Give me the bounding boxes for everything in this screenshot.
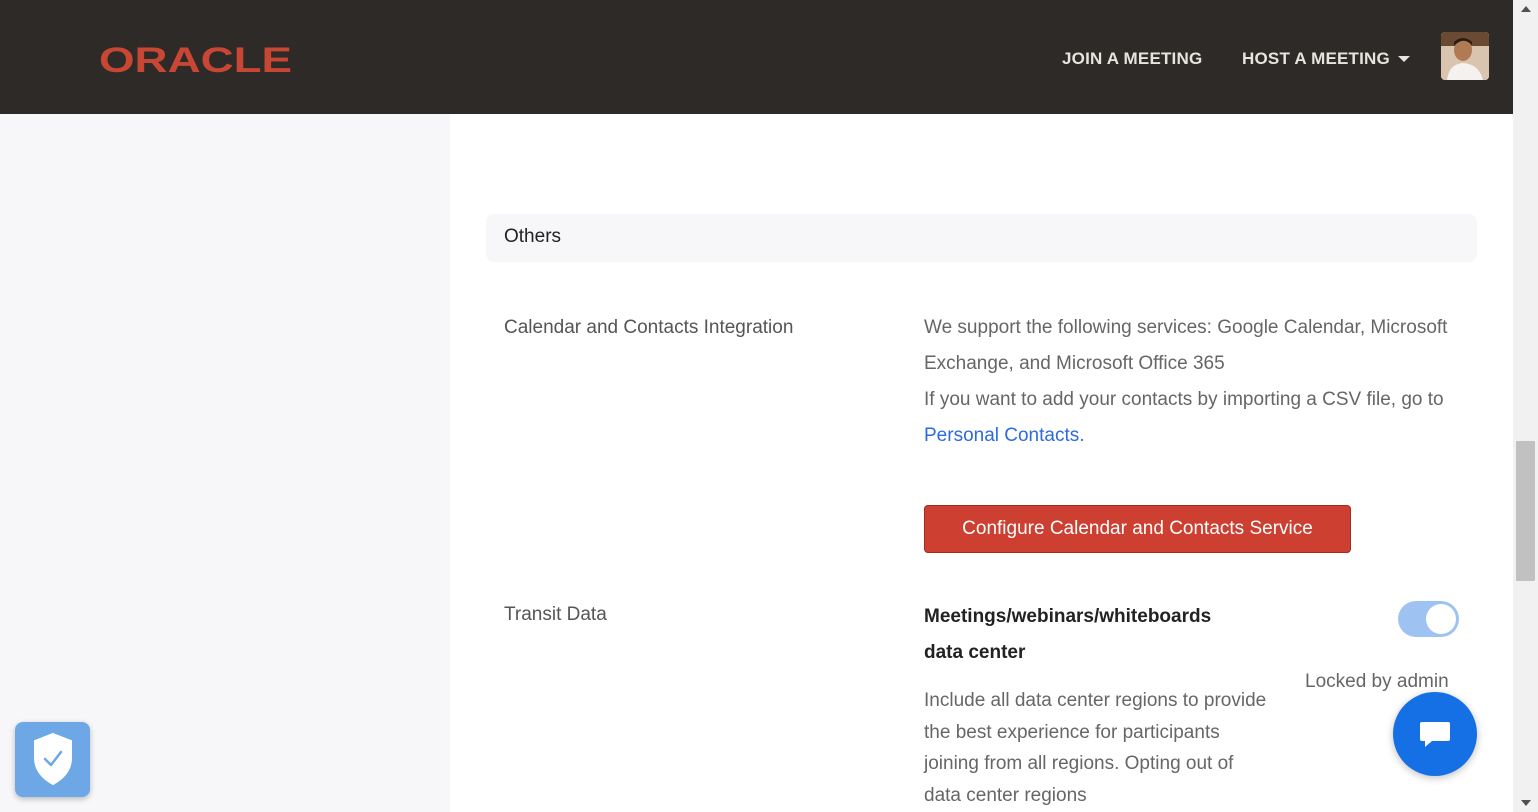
partial-link-text — [937, 114, 947, 118]
transit-setting-title: Meetings/webinars/whiteboards data cente… — [924, 606, 1212, 663]
scrollbar-thumb[interactable] — [1516, 441, 1535, 581]
settings-content: Others Calendar and Contacts Integration… — [450, 114, 1513, 812]
caret-down-icon — [1397, 55, 1410, 62]
calendar-integration-label: Calendar and Contacts Integration — [504, 317, 794, 338]
host-meeting-menu[interactable]: HOST A MEETING — [1242, 49, 1410, 69]
configure-calendar-button[interactable]: Configure Calendar and Contacts Service — [924, 505, 1351, 553]
chat-support-button[interactable] — [1393, 692, 1477, 776]
svg-text:ORACLE: ORACLE — [99, 42, 292, 78]
left-sidebar — [0, 114, 450, 812]
chat-bubble-icon — [1420, 722, 1450, 747]
security-shield-button[interactable] — [15, 722, 90, 797]
scroll-up-arrow-icon[interactable] — [1521, 6, 1531, 12]
transit-data-label: Transit Data — [504, 604, 607, 625]
oracle-logo[interactable]: ORACLE — [99, 42, 293, 78]
calendar-desc-csv: If you want to add your contacts by impo… — [924, 382, 1464, 454]
user-avatar[interactable] — [1441, 32, 1489, 80]
transit-setting-description: Include all data center regions to provi… — [924, 690, 1267, 806]
transit-data-toggle[interactable] — [1398, 601, 1459, 637]
vertical-scrollbar[interactable] — [1513, 0, 1538, 812]
calendar-desc-services: We support the following services: Googl… — [924, 317, 1448, 374]
scroll-down-arrow-icon[interactable] — [1521, 800, 1531, 806]
calendar-desc-csv-suffix: . — [1079, 425, 1085, 446]
join-meeting-link[interactable]: JOIN A MEETING — [1062, 49, 1202, 69]
toggle-knob — [1426, 604, 1456, 634]
locked-by-admin-text: Locked by admin — [1305, 671, 1449, 692]
shield-check-icon — [34, 732, 72, 786]
avatar-image — [1441, 32, 1489, 80]
top-navbar: ORACLE JOIN A MEETING HOST A MEETING — [0, 0, 1513, 114]
host-meeting-label: HOST A MEETING — [1242, 49, 1390, 68]
calendar-description: We support the following services: Googl… — [924, 310, 1464, 454]
personal-contacts-link[interactable]: Personal Contacts — [924, 425, 1079, 446]
section-header: Others — [486, 214, 1477, 262]
calendar-desc-csv-prefix: If you want to add your contacts by impo… — [924, 389, 1444, 410]
section-title: Others — [504, 226, 562, 247]
